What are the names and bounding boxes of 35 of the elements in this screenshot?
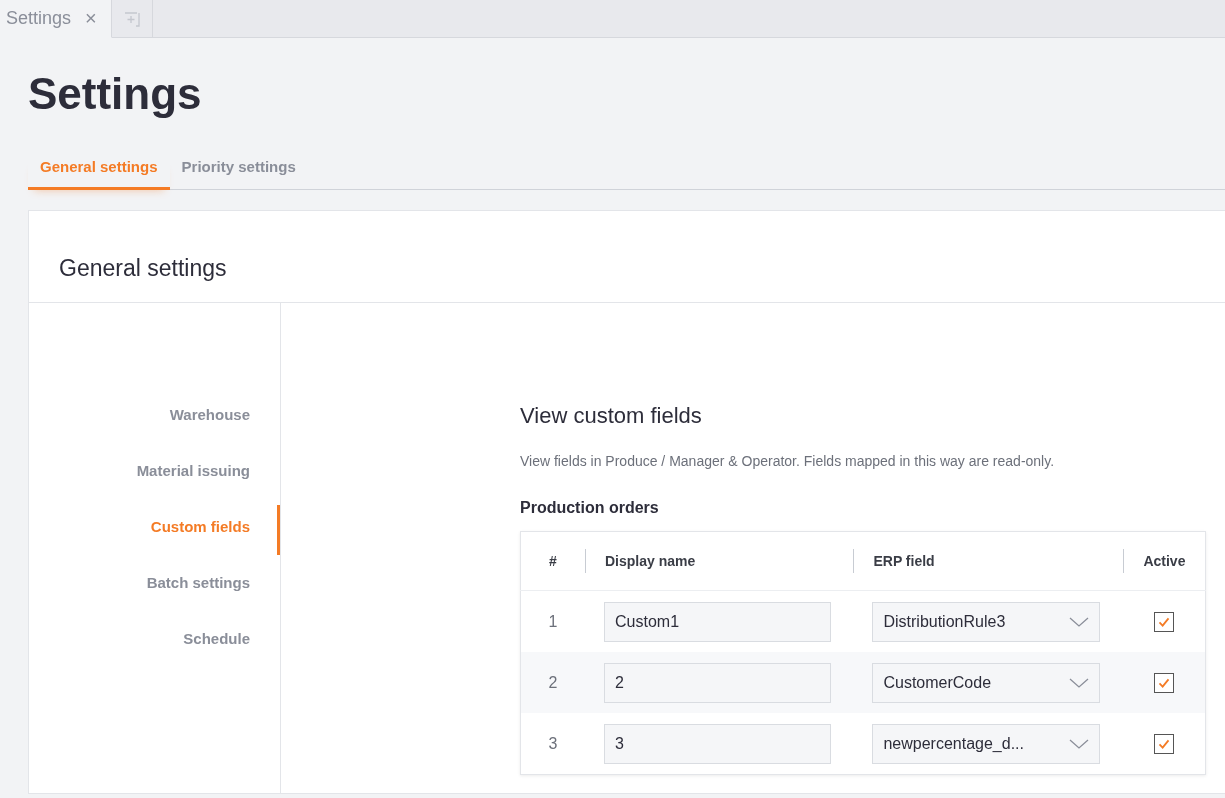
display-name-field[interactable]: Custom1 (604, 601, 831, 642)
settings-tab[interactable]: General settings (28, 158, 170, 190)
display-name-field[interactable]: 2 (604, 662, 831, 703)
table-title: Production orders (520, 499, 660, 517)
chevron-down-icon (1069, 738, 1090, 749)
checkbox[interactable] (1153, 611, 1174, 632)
checkbox[interactable] (1153, 733, 1174, 754)
sidebar-item[interactable]: Custom fields (29, 505, 280, 561)
sidebar-item[interactable]: Warehouse (29, 393, 280, 449)
chevron-down-icon (1069, 677, 1090, 688)
settings-tab[interactable]: Priority settings (169, 158, 308, 190)
column-header: Display name (585, 549, 696, 573)
tab-label: Settings (6, 8, 72, 29)
display-name-field[interactable]: 3 (604, 723, 831, 764)
row-number: 3 (548, 734, 558, 752)
row-number: 2 (548, 673, 558, 691)
section-title: View custom fields (520, 403, 703, 429)
sidebar-item[interactable]: Schedule (29, 617, 280, 673)
chevron-down-icon (1069, 616, 1090, 627)
sidebar-item[interactable]: Batch settings (29, 561, 280, 617)
active-indicator (277, 505, 280, 555)
page-title: Settings (28, 72, 203, 116)
column-header: ERP field (853, 549, 935, 573)
erp-field-dropdown[interactable]: newpercentage_d... (872, 723, 1101, 764)
column-header: # (549, 553, 557, 569)
row-number: 1 (548, 612, 558, 630)
document-tab[interactable]: Settings × (0, 0, 112, 38)
checkbox[interactable] (1153, 672, 1174, 693)
column-header: Active (1123, 549, 1186, 573)
card-title: General settings (29, 211, 1225, 303)
sidebar-item[interactable]: Material issuing (29, 449, 280, 505)
erp-field-dropdown[interactable]: DistributionRule3 (872, 601, 1101, 642)
section-description: View fields in Produce / Manager & Operator. Fields mapped in this way are read-only. (520, 453, 1056, 469)
erp-field-dropdown[interactable]: CustomerCode (872, 662, 1101, 703)
close-button[interactable]: × (85, 7, 97, 30)
